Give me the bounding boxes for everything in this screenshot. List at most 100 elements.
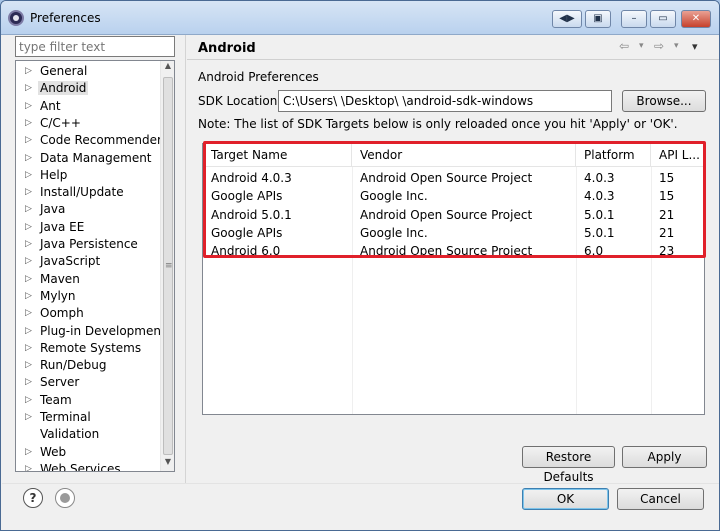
expand-arrow-icon[interactable]: ▷ — [25, 412, 32, 422]
view-menu-icon[interactable]: ▾ — [692, 40, 698, 53]
sidebar-item-java-ee[interactable]: ▷ Java EE — [16, 220, 160, 237]
restore-defaults-button[interactable]: Restore Defaults — [522, 446, 615, 484]
back-menu-chevron-icon[interactable]: ▾ — [639, 41, 644, 51]
sidebar-item-maven[interactable]: ▷ Maven — [16, 272, 160, 289]
expand-arrow-icon[interactable]: ▷ — [25, 360, 32, 370]
sidebar-item-label: Java Persistence — [40, 237, 138, 251]
close-button[interactable]: ✕ — [681, 10, 711, 28]
sidebar-item-label: Help — [40, 167, 68, 182]
eclipse-app-icon — [8, 10, 24, 26]
sidebar-item-label: General — [40, 64, 88, 78]
sidebar-item-label: C/C++ — [40, 115, 81, 130]
sidebar-item-run-debug[interactable]: ▷ Run/Debug — [16, 358, 160, 375]
sidebar-item-label: Run/Debug — [40, 358, 107, 373]
help-icon[interactable]: ? — [23, 488, 43, 508]
sidebar-item-help[interactable]: ▷ Help — [16, 168, 160, 185]
minimize-button[interactable]: – — [621, 10, 647, 28]
sidebar-item-install-update[interactable]: ▷ Install/Update — [16, 185, 160, 202]
sidebar-item-java-persistence[interactable]: ▷ Java Persistence — [16, 237, 160, 254]
sidebar-item-label: Code Recommenders — [40, 133, 169, 148]
scroll-thumb[interactable]: ≡ — [163, 77, 173, 455]
expand-arrow-icon[interactable]: ▷ — [25, 343, 32, 353]
sidebar-item-label: Oomph — [40, 306, 84, 321]
sidebar-item-label: JavaScript — [40, 254, 101, 269]
sidebar-item-java[interactable]: ▷ Java — [16, 202, 160, 219]
maximize-button[interactable]: ▭ — [650, 10, 676, 28]
expand-arrow-icon[interactable]: ▷ — [25, 256, 32, 266]
sidebar-item-general[interactable]: ▷ General — [16, 64, 160, 81]
expand-arrow-icon[interactable]: ▷ — [25, 447, 32, 457]
sidebar-item-label: Terminal — [40, 410, 91, 424]
sidebar-item-server[interactable]: ▷ Server — [16, 375, 160, 392]
expand-arrow-icon[interactable]: ▷ — [25, 291, 32, 301]
back-arrow-icon[interactable]: ⇦ — [619, 39, 629, 53]
expand-arrow-icon[interactable]: ▷ — [25, 464, 32, 471]
sdk-location-input[interactable]: C:\Users\ \Desktop\ \android-sdk-windows — [278, 90, 612, 112]
expand-arrow-icon[interactable]: ▷ — [25, 118, 32, 128]
expand-arrow-icon[interactable]: ▷ — [25, 153, 32, 163]
expand-arrow-icon[interactable]: ▷ — [25, 204, 32, 214]
title-bar[interactable]: Preferences ◀▶ ▣ – ▭ ✕ — [1, 1, 719, 35]
sidebar-item-ant[interactable]: ▷ Ant — [16, 99, 160, 116]
expand-arrow-icon[interactable]: ▷ — [25, 395, 32, 405]
sidebar-item-c-c-[interactable]: ▷ C/C++ — [16, 116, 160, 133]
sidebar-item-label: Java EE — [40, 219, 85, 234]
expand-arrow-icon[interactable]: ▷ — [25, 66, 32, 76]
scroll-up-arrow-icon[interactable]: ▲ — [161, 61, 174, 75]
sidebar-item-android[interactable]: ▷ Android — [16, 81, 160, 98]
sidebar-item-label: Web — [40, 444, 67, 459]
browse-button[interactable]: Browse... — [622, 90, 706, 112]
expand-arrow-icon[interactable]: ▷ — [25, 135, 32, 145]
dialog-content: ▷ General ▷ Android ▷ Ant ▷ C/C++ ▷ Code Recommen… — [2, 35, 719, 530]
expand-arrow-icon[interactable]: ▷ — [25, 83, 32, 93]
window-title: Preferences — [30, 11, 101, 25]
sidebar-item-label: Plug-in Development — [40, 323, 166, 338]
apply-button[interactable]: Apply — [622, 446, 707, 468]
sidebar-item-label: Web Services — [40, 461, 121, 472]
sdk-location-label: SDK Location: — [198, 94, 282, 108]
forward-arrow-icon[interactable]: ⇨ — [654, 39, 664, 53]
expand-arrow-icon[interactable]: ▷ — [25, 326, 32, 336]
sidebar-item-plug-in-development[interactable]: ▷ Plug-in Development — [16, 324, 166, 341]
expand-arrow-icon[interactable]: ▷ — [25, 101, 32, 111]
filter-input[interactable] — [15, 36, 175, 57]
sidebar-item-oomph[interactable]: ▷ Oomph — [16, 306, 160, 323]
sidebar-item-javascript[interactable]: ▷ JavaScript — [16, 254, 160, 271]
sidebar-item-data-management[interactable]: ▷ Data Management — [16, 151, 160, 168]
sidebar-item-label: Server — [40, 375, 80, 390]
cancel-button[interactable]: Cancel — [617, 488, 704, 510]
sidebar-item-label: Maven — [40, 271, 80, 286]
expand-arrow-icon[interactable]: ▷ — [25, 187, 32, 197]
scroll-down-arrow-icon[interactable]: ▼ — [161, 457, 174, 471]
sidebar-item-remote-systems[interactable]: ▷ Remote Systems — [16, 341, 160, 358]
preference-tree: ▷ General ▷ Android ▷ Ant ▷ C/C++ ▷ Code Recommen… — [15, 60, 175, 472]
expand-arrow-icon[interactable]: ▷ — [25, 308, 32, 318]
expand-arrow-icon[interactable]: ▷ — [25, 222, 32, 232]
ok-button[interactable]: OK — [522, 488, 609, 510]
expand-arrow-icon[interactable]: ▷ — [25, 377, 32, 387]
sidebar-item-terminal[interactable]: ▷ Terminal — [16, 410, 160, 427]
manage-icon-button[interactable]: ▣ — [585, 10, 611, 28]
tree-scrollbar[interactable]: ▲ ≡ ▼ — [160, 61, 174, 471]
sidebar-item-validation[interactable]: Validation — [16, 427, 160, 444]
import-export-icon[interactable] — [55, 488, 75, 508]
forward-menu-chevron-icon[interactable]: ▾ — [674, 41, 679, 51]
sidebar-item-label: Data Management — [40, 150, 152, 165]
sidebar-item-label: Mylyn — [40, 288, 76, 303]
sidebar-item-web[interactable]: ▷ Web — [16, 445, 160, 462]
restore-layout-button[interactable]: ◀▶ — [552, 10, 582, 28]
expand-arrow-icon[interactable]: ▷ — [25, 274, 32, 284]
sidebar-item-mylyn[interactable]: ▷ Mylyn — [16, 289, 160, 306]
sidebar-item-label: Java — [40, 202, 66, 217]
expand-arrow-icon[interactable]: ▷ — [25, 170, 32, 180]
sidebar-item-team[interactable]: ▷ Team — [16, 393, 160, 410]
sidebar-item-label: Install/Update — [40, 185, 124, 200]
sidebar-item-label: Team — [40, 392, 72, 407]
expand-arrow-icon[interactable]: ▷ — [25, 239, 32, 249]
sidebar-item-code-recommenders[interactable]: ▷ Code Recommenders — [16, 133, 168, 150]
section-label: Android Preferences — [198, 70, 319, 84]
pane-divider[interactable] — [185, 35, 186, 483]
preferences-window: Preferences ◀▶ ▣ – ▭ ✕ ▷General▷Android▷… — [0, 0, 720, 531]
sidebar-item-web-services[interactable]: ▷ Web Services — [16, 461, 160, 472]
page-title: Android — [198, 41, 256, 56]
